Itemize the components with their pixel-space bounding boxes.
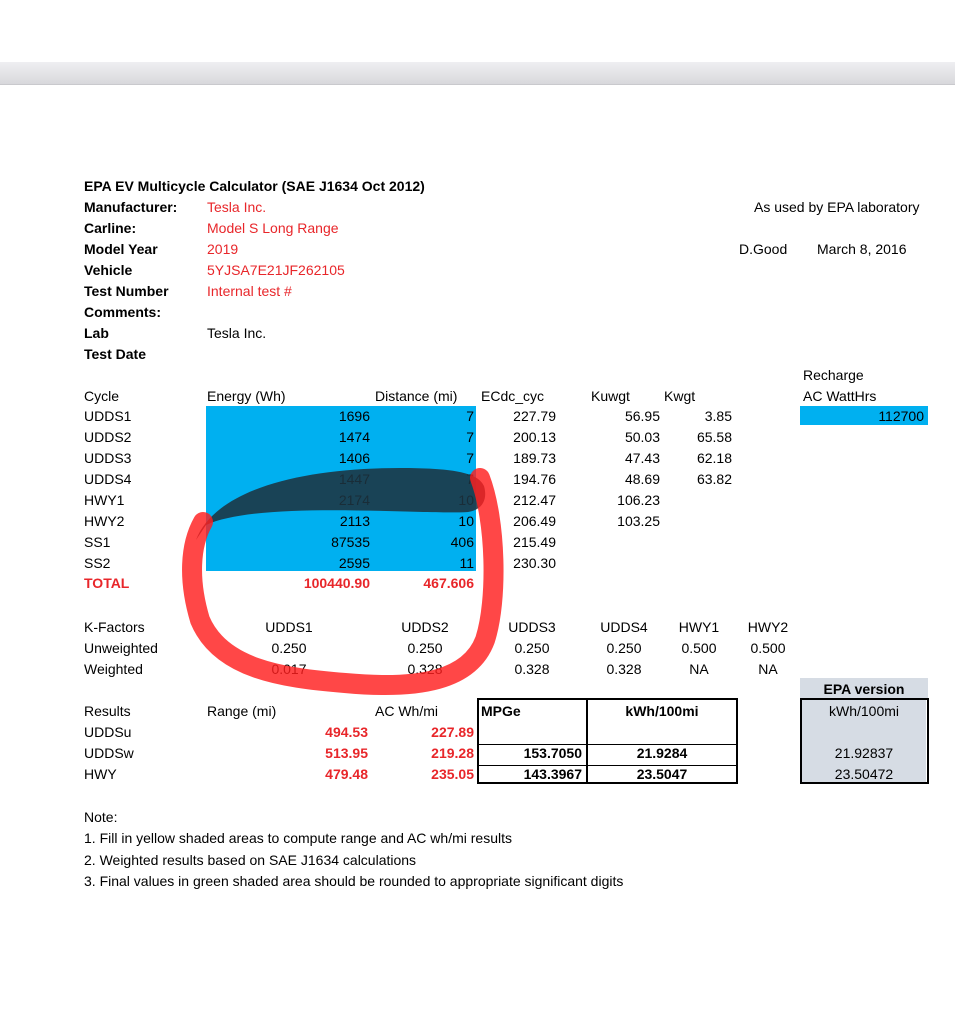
markup-overlay: [182, 468, 504, 696]
dark-marker-stroke: [196, 468, 486, 540]
